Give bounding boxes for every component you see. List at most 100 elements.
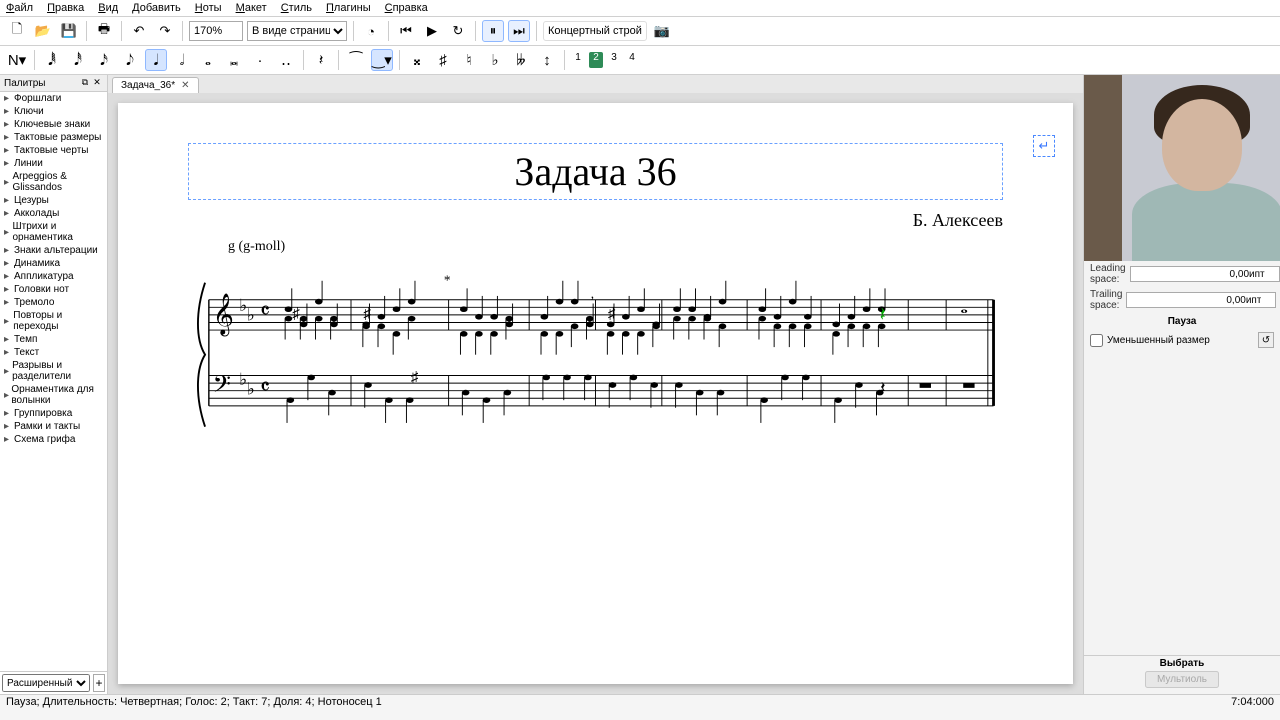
loop-end-icon[interactable]: ⏭	[508, 20, 530, 42]
selected-rest[interactable]: 𝄽	[880, 305, 886, 326]
aug-dot-icon[interactable]: ·	[249, 49, 271, 71]
palette-item[interactable]: ▸Ключи	[0, 105, 107, 118]
dur-quarter-icon[interactable]: 𝅘𝅥	[145, 49, 167, 71]
palettes-panel: Палитры ⧉ ✕ ▸Форшлаги▸Ключи▸Ключевые зна…	[0, 75, 108, 694]
palette-item[interactable]: ▸Рамки и такты	[0, 420, 107, 433]
score-key-annotation[interactable]: g (g-moll)	[228, 239, 1003, 255]
menu-plugins[interactable]: Плагины	[326, 2, 371, 14]
menu-layout[interactable]: Макет	[236, 2, 267, 14]
menu-edit[interactable]: Правка	[47, 2, 84, 14]
dur-whole-icon[interactable]: 𝅝	[197, 49, 219, 71]
small-size-reset[interactable]: ↺	[1258, 332, 1274, 348]
dur-64th-icon[interactable]: 𝅘𝅥𝅱	[41, 49, 63, 71]
palette-item[interactable]: ▸Текст	[0, 346, 107, 359]
trailing-space-label: Trailing space:	[1090, 289, 1122, 311]
palette-item[interactable]: ▸Динамика	[0, 257, 107, 270]
score-canvas[interactable]: ↵ Задача 36 Б. Алексеев g (g-moll)	[108, 93, 1083, 694]
svg-text:𝄢: 𝄢	[213, 372, 231, 403]
trailing-space-input[interactable]	[1126, 292, 1276, 308]
score-title[interactable]: Задача 36	[193, 148, 998, 195]
palettes-title: Палитры	[4, 78, 46, 89]
score-composer[interactable]: Б. Алексеев	[188, 210, 1003, 231]
toolbar-main: 🗋 📂 💾 🖶 ↶ ↷ В виде страниц ◔ ⏮ ▶ ↻ ⏸ ⏭ К…	[0, 17, 1280, 46]
menu-file[interactable]: Файл	[6, 2, 33, 14]
menu-view[interactable]: Вид	[98, 2, 118, 14]
double-sharp-icon[interactable]: 𝄪	[406, 49, 428, 71]
palette-item[interactable]: ▸Тактовые черты	[0, 144, 107, 157]
new-file-icon[interactable]: 🗋	[6, 20, 28, 42]
rest-icon[interactable]: 𝄽	[310, 49, 332, 71]
play-icon[interactable]: ▶	[421, 20, 443, 42]
concert-pitch-toggle[interactable]: Концертный строй	[543, 21, 647, 41]
palette-item[interactable]: ▸Схема грифа	[0, 433, 107, 446]
voice-4-button[interactable]: 4	[625, 52, 639, 68]
palette-item[interactable]: ▸Темп	[0, 333, 107, 346]
slur-icon[interactable]: ‿▾	[371, 49, 393, 71]
palettes-undock-icon[interactable]: ⧉	[79, 77, 91, 89]
rewind-icon[interactable]: ⏮	[395, 20, 417, 42]
open-file-icon[interactable]: 📂	[32, 20, 54, 42]
flat-icon[interactable]: ♭	[484, 49, 506, 71]
voice-3-button[interactable]: 3	[607, 52, 621, 68]
view-mode-select[interactable]: В виде страниц	[247, 21, 347, 41]
menu-style[interactable]: Стиль	[281, 2, 312, 14]
palette-item[interactable]: ▸Головки нот	[0, 283, 107, 296]
dur-breve-icon[interactable]: 𝅜	[223, 49, 245, 71]
leading-space-input[interactable]	[1130, 266, 1280, 282]
system-break-icon[interactable]: ↵	[1033, 135, 1055, 157]
dur-half-icon[interactable]: 𝅗𝅥	[171, 49, 193, 71]
natural-icon[interactable]: ♮	[458, 49, 480, 71]
note-input-mode-icon[interactable]: N▾	[6, 49, 28, 71]
loop-start-icon[interactable]: ⏸	[482, 20, 504, 42]
screenshot-icon[interactable]: 📷	[651, 20, 673, 42]
double-dot-icon[interactable]: ‥	[275, 49, 297, 71]
palette-item[interactable]: ▸Повторы и переходы	[0, 309, 107, 333]
menu-notes[interactable]: Ноты	[195, 2, 222, 14]
small-size-checkbox[interactable]	[1090, 334, 1103, 347]
tab-close-icon[interactable]: ✕	[181, 80, 189, 91]
palette-item[interactable]: ▸Акколады	[0, 207, 107, 220]
palette-item[interactable]: ▸Разрывы и разделители	[0, 359, 107, 383]
save-file-icon[interactable]: 💾	[58, 20, 80, 42]
small-size-label: Уменьшенный размер	[1107, 335, 1210, 346]
double-flat-icon[interactable]: 𝄫	[510, 49, 532, 71]
svg-text:♯: ♯	[363, 306, 371, 323]
palettes-close-icon[interactable]: ✕	[91, 77, 103, 89]
palette-item[interactable]: ▸Орнаментика для волынки	[0, 383, 107, 407]
svg-text:♯: ♯	[608, 306, 616, 323]
undo-icon[interactable]: ↶	[128, 20, 150, 42]
sharp-icon[interactable]: ♯	[432, 49, 454, 71]
redo-icon[interactable]: ↷	[154, 20, 176, 42]
voice-2-button[interactable]: 2	[589, 52, 603, 68]
palette-item[interactable]: ▸Знаки альтерации	[0, 244, 107, 257]
palette-item[interactable]: ▸Тремоло	[0, 296, 107, 309]
dur-16th-icon[interactable]: 𝅘𝅥𝅯	[93, 49, 115, 71]
webcam-overlay	[1084, 75, 1280, 261]
print-icon[interactable]: 🖶	[93, 20, 115, 42]
dur-8th-icon[interactable]: 𝅘𝅥𝅮	[119, 49, 141, 71]
dur-32nd-icon[interactable]: 𝅘𝅥𝅰	[67, 49, 89, 71]
score-title-frame[interactable]: Задача 36	[188, 143, 1003, 200]
palette-item[interactable]: ▸Штрихи и орнаментика	[0, 220, 107, 244]
palette-item[interactable]: ▸Линии	[0, 157, 107, 170]
palette-item[interactable]: ▸Цезуры	[0, 194, 107, 207]
palette-item[interactable]: ▸Тактовые размеры	[0, 131, 107, 144]
palette-item[interactable]: ▸Arpeggios & Glissandos	[0, 170, 107, 194]
metronome-icon[interactable]: ◔	[360, 20, 382, 42]
palette-item[interactable]: ▸Форшлаги	[0, 92, 107, 105]
tie-icon[interactable]: ⁀	[345, 49, 367, 71]
menu-add[interactable]: Добавить	[132, 2, 181, 14]
tab-label: Задача_36*	[121, 80, 175, 91]
palette-item[interactable]: ▸Группировка	[0, 407, 107, 420]
palette-item[interactable]: ▸Ключевые знаки	[0, 118, 107, 131]
loop-icon[interactable]: ↻	[447, 20, 469, 42]
flip-stem-icon[interactable]: ↕	[536, 49, 558, 71]
tuplet-select-button[interactable]: Мультиоль	[1145, 671, 1219, 688]
voice-1-button[interactable]: 1	[571, 52, 585, 68]
palettes-mode-select[interactable]: Расширенный	[2, 674, 90, 692]
zoom-input[interactable]	[189, 21, 243, 41]
palette-item[interactable]: ▸Аппликатура	[0, 270, 107, 283]
tab-document[interactable]: Задача_36* ✕	[112, 77, 199, 93]
palettes-add-button[interactable]: +	[93, 674, 105, 692]
menu-help[interactable]: Справка	[385, 2, 428, 14]
